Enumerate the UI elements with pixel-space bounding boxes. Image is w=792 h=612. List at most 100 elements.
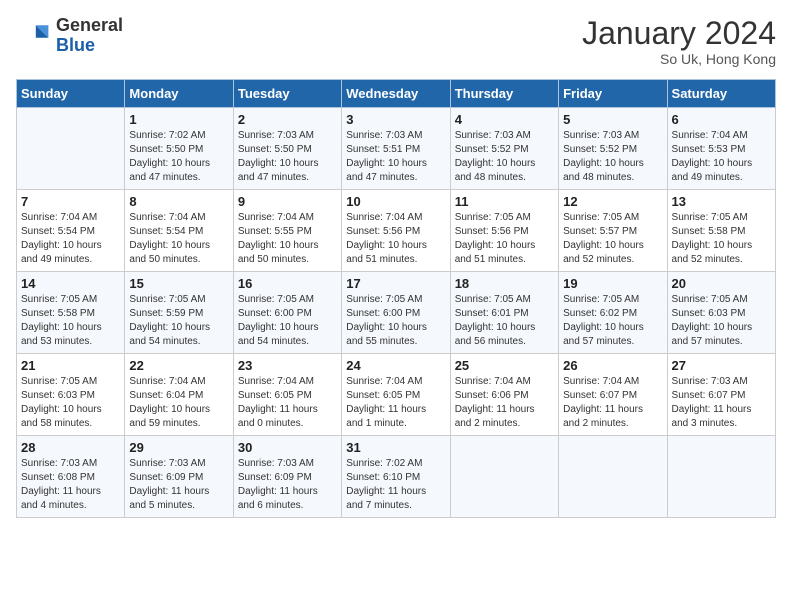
day-number: 19	[563, 276, 662, 291]
week-row-2: 7 Sunrise: 7:04 AM Sunset: 5:54 PM Daylig…	[17, 190, 776, 272]
day-number: 3	[346, 112, 445, 127]
day-info: Sunrise: 7:05 AM Sunset: 6:03 PM Dayligh…	[21, 375, 120, 431]
day-number: 21	[21, 358, 120, 373]
day-cell: 31 Sunrise: 7:02 AM Sunset: 6:10 PM Dayli…	[342, 436, 450, 518]
day-number: 18	[455, 276, 554, 291]
day-info: Sunrise: 7:03 AM Sunset: 5:51 PM Dayligh…	[346, 129, 445, 185]
day-number: 29	[129, 440, 228, 455]
day-info: Sunrise: 7:05 AM Sunset: 5:58 PM Dayligh…	[21, 293, 120, 349]
day-cell: 13 Sunrise: 7:05 AM Sunset: 5:58 PM Dayli…	[667, 190, 775, 272]
day-cell	[17, 108, 125, 190]
day-number: 24	[346, 358, 445, 373]
day-info: Sunrise: 7:04 AM Sunset: 5:54 PM Dayligh…	[129, 211, 228, 267]
day-cell	[667, 436, 775, 518]
day-cell: 10 Sunrise: 7:04 AM Sunset: 5:56 PM Dayli…	[342, 190, 450, 272]
day-info: Sunrise: 7:04 AM Sunset: 5:53 PM Dayligh…	[672, 129, 771, 185]
day-cell: 27Sunrise: 7:03 AM Sunset: 6:07 PM Dayli…	[667, 354, 775, 436]
day-info: Sunrise: 7:05 AM Sunset: 5:56 PM Dayligh…	[455, 211, 554, 267]
day-number: 20	[672, 276, 771, 291]
day-number: 17	[346, 276, 445, 291]
day-info: Sunrise: 7:02 AM Sunset: 5:50 PM Dayligh…	[129, 129, 228, 185]
column-header-sunday: Sunday	[17, 80, 125, 108]
calendar-body: 1Sunrise: 7:02 AM Sunset: 5:50 PM Daylig…	[17, 108, 776, 518]
day-info: Sunrise: 7:03 AM Sunset: 5:52 PM Dayligh…	[563, 129, 662, 185]
day-cell: 22 Sunrise: 7:04 AM Sunset: 6:04 PM Dayli…	[125, 354, 233, 436]
day-cell: 6Sunrise: 7:04 AM Sunset: 5:53 PM Daylig…	[667, 108, 775, 190]
day-info: Sunrise: 7:02 AM Sunset: 6:10 PM Dayligh…	[346, 457, 445, 513]
day-cell: 2 Sunrise: 7:03 AM Sunset: 5:50 PM Daylig…	[233, 108, 341, 190]
day-info: Sunrise: 7:03 AM Sunset: 6:09 PM Dayligh…	[129, 457, 228, 513]
day-info: Sunrise: 7:05 AM Sunset: 5:57 PM Dayligh…	[563, 211, 662, 267]
column-header-friday: Friday	[559, 80, 667, 108]
day-cell: 11 Sunrise: 7:05 AM Sunset: 5:56 PM Dayli…	[450, 190, 558, 272]
week-row-1: 1Sunrise: 7:02 AM Sunset: 5:50 PM Daylig…	[17, 108, 776, 190]
day-cell: 3 Sunrise: 7:03 AM Sunset: 5:51 PM Daylig…	[342, 108, 450, 190]
day-cell: 14 Sunrise: 7:05 AM Sunset: 5:58 PM Dayli…	[17, 272, 125, 354]
day-number: 13	[672, 194, 771, 209]
day-info: Sunrise: 7:04 AM Sunset: 6:06 PM Dayligh…	[455, 375, 554, 431]
day-number: 25	[455, 358, 554, 373]
day-info: Sunrise: 7:04 AM Sunset: 5:56 PM Dayligh…	[346, 211, 445, 267]
day-cell: 8 Sunrise: 7:04 AM Sunset: 5:54 PM Daylig…	[125, 190, 233, 272]
title-block: January 2024 So Uk, Hong Kong	[582, 16, 776, 67]
day-number: 31	[346, 440, 445, 455]
day-info: Sunrise: 7:03 AM Sunset: 5:50 PM Dayligh…	[238, 129, 337, 185]
day-number: 23	[238, 358, 337, 373]
day-cell: 15Sunrise: 7:05 AM Sunset: 5:59 PM Dayli…	[125, 272, 233, 354]
day-number: 26	[563, 358, 662, 373]
day-cell: 23Sunrise: 7:04 AM Sunset: 6:05 PM Dayli…	[233, 354, 341, 436]
day-cell: 9 Sunrise: 7:04 AM Sunset: 5:55 PM Daylig…	[233, 190, 341, 272]
day-info: Sunrise: 7:04 AM Sunset: 5:55 PM Dayligh…	[238, 211, 337, 267]
day-cell: 5Sunrise: 7:03 AM Sunset: 5:52 PM Daylig…	[559, 108, 667, 190]
location-subtitle: So Uk, Hong Kong	[582, 51, 776, 67]
logo: General Blue	[16, 16, 123, 56]
day-cell: 25 Sunrise: 7:04 AM Sunset: 6:06 PM Dayli…	[450, 354, 558, 436]
day-number: 22	[129, 358, 228, 373]
day-number: 8	[129, 194, 228, 209]
day-number: 30	[238, 440, 337, 455]
day-info: Sunrise: 7:03 AM Sunset: 5:52 PM Dayligh…	[455, 129, 554, 185]
column-header-tuesday: Tuesday	[233, 80, 341, 108]
day-number: 7	[21, 194, 120, 209]
day-info: Sunrise: 7:03 AM Sunset: 6:09 PM Dayligh…	[238, 457, 337, 513]
day-number: 4	[455, 112, 554, 127]
column-header-monday: Monday	[125, 80, 233, 108]
day-number: 2	[238, 112, 337, 127]
page-header: General Blue January 2024 So Uk, Hong Ko…	[16, 16, 776, 67]
day-cell: 30 Sunrise: 7:03 AM Sunset: 6:09 PM Dayli…	[233, 436, 341, 518]
day-info: Sunrise: 7:05 AM Sunset: 6:02 PM Dayligh…	[563, 293, 662, 349]
day-number: 28	[21, 440, 120, 455]
day-info: Sunrise: 7:04 AM Sunset: 6:04 PM Dayligh…	[129, 375, 228, 431]
day-info: Sunrise: 7:04 AM Sunset: 5:54 PM Dayligh…	[21, 211, 120, 267]
day-cell: 7 Sunrise: 7:04 AM Sunset: 5:54 PM Daylig…	[17, 190, 125, 272]
week-row-3: 14 Sunrise: 7:05 AM Sunset: 5:58 PM Dayli…	[17, 272, 776, 354]
column-header-saturday: Saturday	[667, 80, 775, 108]
day-info: Sunrise: 7:03 AM Sunset: 6:07 PM Dayligh…	[672, 375, 771, 431]
day-info: Sunrise: 7:05 AM Sunset: 6:01 PM Dayligh…	[455, 293, 554, 349]
column-header-wednesday: Wednesday	[342, 80, 450, 108]
day-cell: 16Sunrise: 7:05 AM Sunset: 6:00 PM Dayli…	[233, 272, 341, 354]
day-cell	[559, 436, 667, 518]
day-cell: 24 Sunrise: 7:04 AM Sunset: 6:05 PM Dayli…	[342, 354, 450, 436]
day-cell: 21 Sunrise: 7:05 AM Sunset: 6:03 PM Dayli…	[17, 354, 125, 436]
day-number: 14	[21, 276, 120, 291]
week-row-5: 28 Sunrise: 7:03 AM Sunset: 6:08 PM Dayli…	[17, 436, 776, 518]
day-info: Sunrise: 7:05 AM Sunset: 5:58 PM Dayligh…	[672, 211, 771, 267]
day-info: Sunrise: 7:05 AM Sunset: 6:00 PM Dayligh…	[346, 293, 445, 349]
day-number: 15	[129, 276, 228, 291]
day-number: 11	[455, 194, 554, 209]
logo-text: General Blue	[56, 16, 123, 56]
day-number: 9	[238, 194, 337, 209]
column-header-thursday: Thursday	[450, 80, 558, 108]
day-info: Sunrise: 7:03 AM Sunset: 6:08 PM Dayligh…	[21, 457, 120, 513]
day-cell: 1Sunrise: 7:02 AM Sunset: 5:50 PM Daylig…	[125, 108, 233, 190]
day-cell: 26Sunrise: 7:04 AM Sunset: 6:07 PM Dayli…	[559, 354, 667, 436]
day-number: 10	[346, 194, 445, 209]
day-cell: 28 Sunrise: 7:03 AM Sunset: 6:08 PM Dayli…	[17, 436, 125, 518]
day-cell: 4 Sunrise: 7:03 AM Sunset: 5:52 PM Daylig…	[450, 108, 558, 190]
day-number: 12	[563, 194, 662, 209]
calendar-table: SundayMondayTuesdayWednesdayThursdayFrid…	[16, 79, 776, 518]
day-info: Sunrise: 7:04 AM Sunset: 6:05 PM Dayligh…	[346, 375, 445, 431]
day-info: Sunrise: 7:05 AM Sunset: 6:03 PM Dayligh…	[672, 293, 771, 349]
day-number: 16	[238, 276, 337, 291]
